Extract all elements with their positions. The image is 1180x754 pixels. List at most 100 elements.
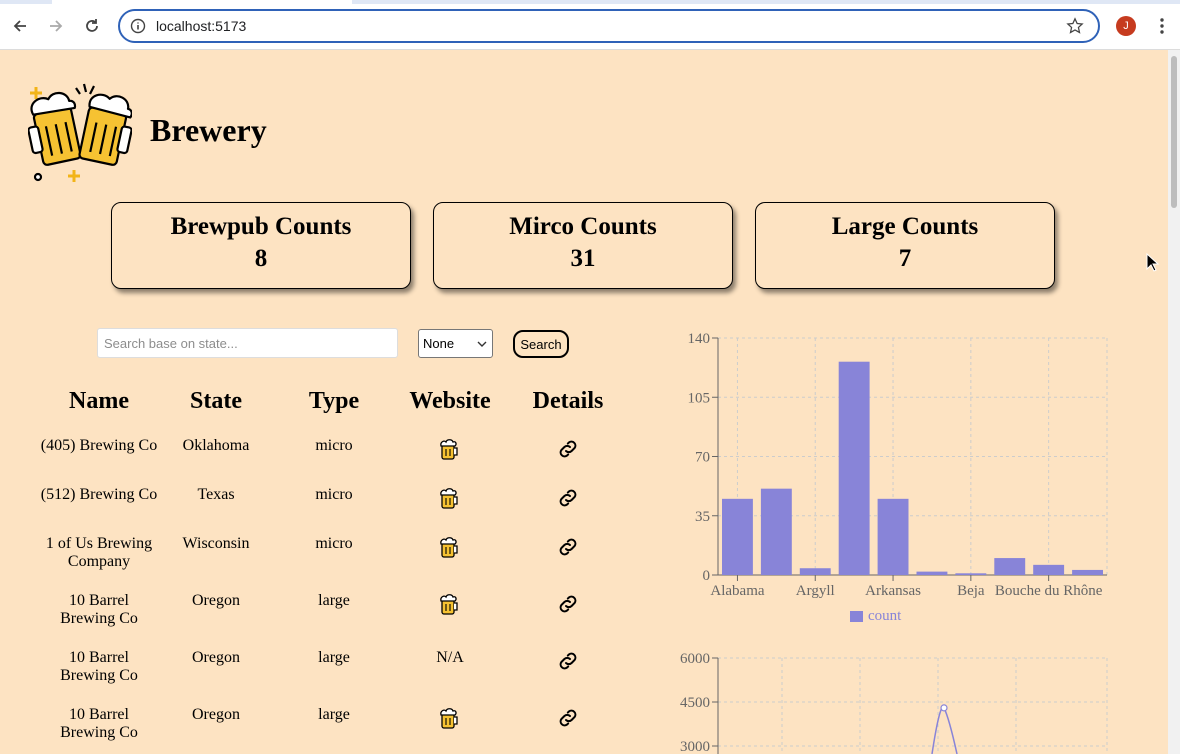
cell-type: large [318,706,350,723]
cell-state: Oregon [192,706,240,723]
bar [1072,569,1103,575]
series-line [931,706,958,754]
state-search-input[interactable] [97,328,398,358]
cell-name: 10 Barrel Brewing Co [60,592,138,627]
cell-type: large [318,649,350,666]
cell-state: Texas [197,486,235,503]
card-value: 31 [570,245,596,272]
page-scrollbar[interactable] [1168,50,1180,754]
cell-state: Oregon [192,649,240,666]
profile-avatar[interactable]: J [1116,16,1136,36]
bar [1033,564,1065,575]
details-link[interactable] [509,535,627,564]
page-title: Brewery [150,112,267,148]
beer-cheers-logo-icon [28,83,132,182]
y-tick-label: 105 [688,390,711,406]
cell-name: 10 Barrel Brewing Co [60,706,138,741]
cell-name: 10 Barrel Brewing Co [60,649,138,684]
y-tick-label: 35 [695,509,710,525]
brewpub-count-card: Brewpub Counts 8 [111,202,411,289]
cell-name: (405) Brewing Co [40,437,158,454]
details-link[interactable] [509,592,627,621]
x-tick-label: Beja [957,583,985,599]
reload-button[interactable] [80,14,104,38]
card-value: 7 [898,245,912,272]
chevron-down-icon [477,341,487,347]
website-na: N/A [436,649,464,666]
forward-button[interactable] [44,14,68,38]
data-point [940,704,948,712]
column-header-website: Website [409,388,491,414]
active-tab[interactable] [52,0,352,4]
cell-type: large [318,592,350,609]
beer-mug-icon [440,537,458,558]
website-link[interactable] [391,535,509,564]
bar [877,498,909,575]
details-link[interactable] [509,649,627,678]
micro-count-card: Mirco Counts 31 [433,202,733,289]
url-text: localhost:5173 [156,18,247,34]
x-tick-label: Arkansas [865,583,921,599]
column-header-type: Type [308,388,360,414]
cell-type: micro [315,437,353,454]
y-tick-label: 0 [703,568,711,584]
back-button[interactable] [8,14,32,38]
x-tick-label: Bouche du Rhône [995,583,1103,599]
x-tick-label: Argyll [796,583,835,599]
link-icon [559,709,577,727]
website-link[interactable] [391,486,509,515]
column-header-state: State [190,388,242,414]
column-header-details: Details [532,388,604,414]
state-count-bar-chart: 0 35 70 105 140 Alabama Argyll Arkansas Beja Bouc… [688,331,1108,624]
details-link[interactable] [509,486,627,515]
card-label: Large Counts [831,213,979,240]
link-icon [559,538,577,556]
more-menu-icon[interactable] [1154,16,1170,36]
bookmark-star-icon[interactable] [1066,17,1084,35]
scrollbar-thumb[interactable] [1171,56,1177,208]
y-tick-label: 140 [688,331,711,347]
bar [799,568,831,575]
bar [722,498,753,575]
bar [760,488,792,575]
link-icon [559,440,577,458]
details-link[interactable] [509,437,627,466]
website-link[interactable] [391,437,509,466]
card-value: 8 [254,245,268,272]
card-label: Brewpub Counts [170,213,352,240]
browser-toolbar: localhost:5173 J [0,0,1180,50]
details-link[interactable] [509,706,627,735]
cell-state: Wisconsin [182,535,250,552]
type-filter-select[interactable]: None [418,329,493,358]
cell-state: Oregon [192,592,240,609]
site-info-icon[interactable] [130,18,146,34]
reload-icon [86,19,98,32]
website-link[interactable] [391,706,509,735]
cell-type: micro [315,535,353,552]
cell-type: micro [315,486,353,503]
column-header-name: Name [69,388,129,414]
beer-mug-icon [440,439,458,460]
legend-label: count [868,608,902,624]
website-link[interactable] [391,592,509,621]
card-label: Mirco Counts [509,213,657,240]
large-count-card: Large Counts 7 [755,202,1055,289]
beer-mug-icon [440,488,458,509]
cell-name: (512) Brewing Co [40,486,158,503]
secondary-line-chart: 3000 4500 6000 [680,651,1108,754]
y-tick-label: 4500 [680,695,710,711]
arrow-right-icon [50,20,63,32]
address-bar[interactable]: localhost:5173 [118,9,1100,43]
link-icon [559,595,577,613]
link-icon [559,652,577,670]
cell-name: 1 of Us Brewing Company [45,535,153,570]
beer-mug-icon [440,594,458,615]
search-button[interactable]: Search [513,330,569,358]
bar [838,361,870,575]
y-tick-label: 6000 [680,651,710,667]
bar [955,573,987,575]
link-icon [559,489,577,507]
y-tick-label: 70 [695,450,710,466]
mouse-cursor-icon [1146,253,1160,272]
select-value: None [423,336,455,351]
